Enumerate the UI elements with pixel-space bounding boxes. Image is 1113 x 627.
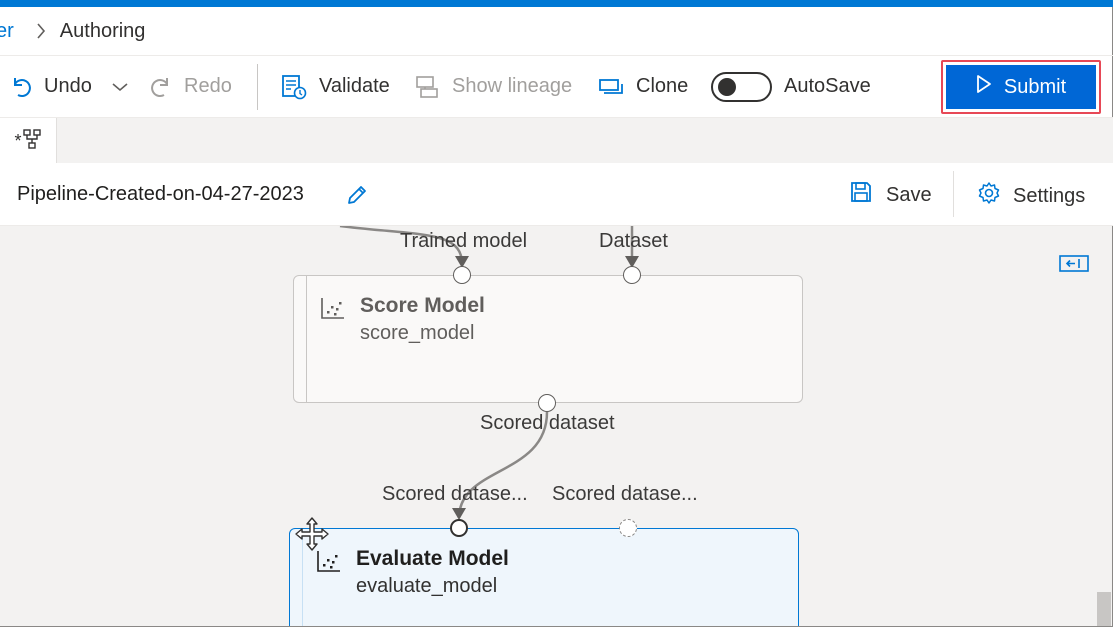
play-icon <box>976 74 992 100</box>
unsaved-marker: * <box>14 130 22 151</box>
top-accent-bar <box>0 0 1113 7</box>
move-cursor-icon <box>294 516 330 557</box>
node-title: Evaluate Model <box>356 547 509 570</box>
show-lineage-label: Show lineage <box>452 75 573 97</box>
breadcrumb-current: Authoring <box>59 19 146 42</box>
autosave-label: AutoSave <box>784 56 871 117</box>
command-toolbar: Undo Redo Validate Show lineage Clone Au… <box>0 55 1113 117</box>
evaluate-model-node[interactable]: Evaluate Model evaluate_model <box>289 528 799 626</box>
undo-history-dropdown[interactable] <box>112 56 128 117</box>
input-port-right-dataset[interactable] <box>619 519 637 537</box>
lineage-icon <box>414 74 440 100</box>
clone-icon <box>598 77 624 97</box>
undo-label: Undo <box>44 75 92 97</box>
save-label: Save <box>886 183 932 206</box>
chevron-right-icon <box>36 23 46 39</box>
clone-label: Clone <box>636 75 689 97</box>
node-accent-bar <box>306 276 307 402</box>
edit-title-button[interactable] <box>345 183 369 212</box>
port-label-scored-dataset-2: Scored datase... <box>552 483 698 505</box>
pipeline-title: Pipeline-Created-on-04-27-2023 <box>17 183 304 205</box>
node-subtitle: score_model <box>360 322 475 344</box>
breadcrumb: er Authoring <box>0 7 1113 55</box>
port-label-trained-model: Trained model <box>400 230 528 252</box>
submit-button[interactable]: Submit <box>946 65 1096 109</box>
clone-button[interactable]: Clone <box>598 56 688 117</box>
header-divider <box>953 171 954 217</box>
port-label-dataset: Dataset <box>599 230 668 252</box>
undo-button[interactable]: Undo <box>10 56 92 117</box>
output-port-scored-dataset[interactable] <box>538 394 556 412</box>
settings-button[interactable]: Settings <box>977 181 1085 211</box>
tab-pipeline[interactable]: * <box>0 118 57 164</box>
chevron-down-icon <box>112 82 128 92</box>
score-model-node[interactable]: Score Model score_model <box>293 275 803 403</box>
port-label-scored-dataset: Scored dataset <box>480 412 615 434</box>
input-port-left-dataset[interactable] <box>450 519 468 537</box>
pipeline-canvas[interactable]: Trained model Dataset Score Model score_… <box>0 226 1112 626</box>
scatter-icon <box>320 296 346 325</box>
undo-icon <box>10 75 32 99</box>
redo-icon <box>150 75 172 99</box>
input-port-dataset[interactable] <box>623 266 641 284</box>
pipeline-icon <box>22 128 42 155</box>
show-lineage-button[interactable]: Show lineage <box>414 56 572 117</box>
toggle-knob <box>718 78 736 96</box>
validate-label: Validate <box>319 75 390 97</box>
redo-button[interactable]: Redo <box>150 56 232 117</box>
node-subtitle: evaluate_model <box>356 575 498 597</box>
validate-icon <box>281 74 307 100</box>
redo-label: Redo <box>184 75 232 97</box>
save-button[interactable]: Save <box>850 181 932 209</box>
port-label-scored-dataset-1: Scored datase... <box>382 483 528 505</box>
toolbar-divider <box>257 64 258 110</box>
autosave-toggle[interactable] <box>711 72 772 102</box>
collapse-panel-icon[interactable] <box>1059 255 1089 278</box>
save-icon <box>850 181 872 209</box>
autosave-text: AutoSave <box>784 75 871 97</box>
pipeline-header: Pipeline-Created-on-04-27-2023 Save Sett… <box>0 163 1113 226</box>
breadcrumb-previous-link[interactable]: er <box>0 20 14 43</box>
input-port-trained-model[interactable] <box>453 266 471 284</box>
gear-icon <box>977 181 1001 211</box>
submit-highlight: Submit <box>941 60 1101 114</box>
pencil-icon <box>345 186 369 211</box>
tab-strip: * <box>0 117 1113 164</box>
settings-label: Settings <box>1013 184 1086 207</box>
validate-button[interactable]: Validate <box>281 56 390 117</box>
node-title: Score Model <box>360 294 485 317</box>
canvas-scrollbar[interactable] <box>1097 592 1111 626</box>
submit-label: Submit <box>1003 75 1067 98</box>
